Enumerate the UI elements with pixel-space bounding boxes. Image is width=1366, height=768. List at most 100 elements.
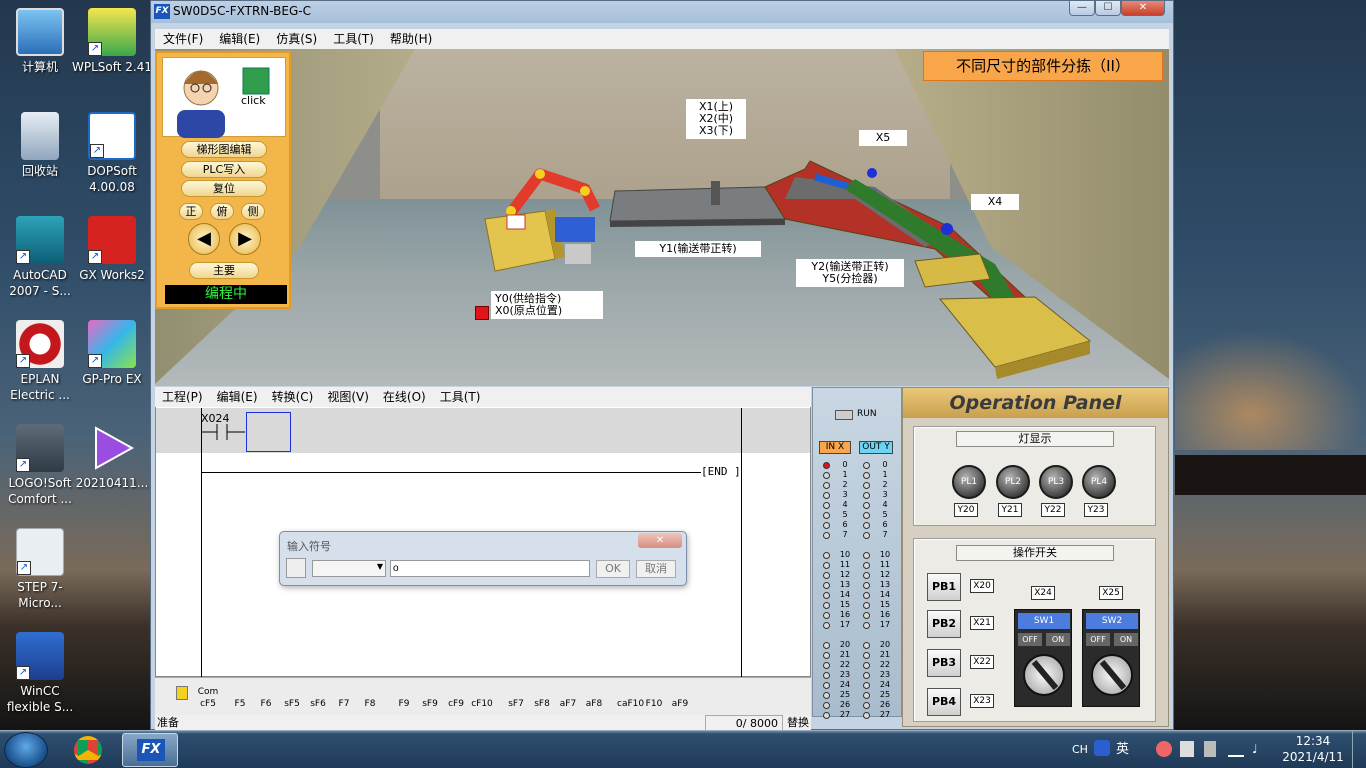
fkey-af8[interactable]: aF8 xyxy=(583,684,605,710)
ime-mode[interactable]: 英 xyxy=(1116,731,1129,768)
output-number: 16 xyxy=(879,610,891,619)
desktop-icon-computer[interactable]: 计算机 xyxy=(0,8,80,75)
menu-tools[interactable]: 工具(T) xyxy=(325,29,382,49)
ladder-menu-view[interactable]: 视图(V) xyxy=(320,387,376,407)
input-led xyxy=(823,682,830,689)
ladder-menu-project[interactable]: 工程(P) xyxy=(155,387,210,407)
selector-sw1[interactable]: SW1 OFF ON xyxy=(1014,609,1072,707)
menu-help[interactable]: 帮助(H) xyxy=(382,29,440,49)
output-number: 7 xyxy=(882,530,888,539)
lamp-pl1: PL1 xyxy=(952,465,986,499)
fkey-f9[interactable]: F9 xyxy=(393,684,415,710)
desktop-icon-recycle-bin[interactable]: 回收站 xyxy=(0,112,80,179)
output-led xyxy=(863,462,870,469)
pushbutton-pb4[interactable]: PB4 xyxy=(927,688,961,716)
maximize-button[interactable]: ☐ xyxy=(1095,1,1121,16)
ime-language[interactable]: CH xyxy=(1072,731,1088,768)
dialog-instruction-select[interactable]: ▼ xyxy=(312,560,386,577)
output-led xyxy=(863,562,870,569)
dialog-close-button[interactable]: ✕ xyxy=(638,533,682,548)
fkey-f5[interactable]: F5 xyxy=(229,684,251,710)
desktop-icon-gx-works[interactable]: ↗ GX Works2 xyxy=(72,216,152,283)
sw2-knob-icon[interactable] xyxy=(1091,654,1133,696)
fkey-sf5[interactable]: sF5 xyxy=(281,684,303,710)
fkey-f6[interactable]: F6 xyxy=(255,684,277,710)
dialog-symbol-icon[interactable] xyxy=(286,558,306,578)
pushbutton-pb2[interactable]: PB2 xyxy=(927,610,961,638)
desktop-icon-gp-pro[interactable]: ↗ GP-Pro EX xyxy=(72,320,152,387)
close-button[interactable]: ✕ xyxy=(1121,1,1165,16)
start-button[interactable] xyxy=(4,732,48,768)
pushbutton-pb3[interactable]: PB3 xyxy=(927,649,961,677)
view-side-button[interactable]: 侧 xyxy=(241,203,265,220)
output-led xyxy=(863,712,870,719)
fx-logo-icon: FX xyxy=(154,4,170,19)
minimize-button[interactable]: — xyxy=(1069,1,1095,16)
fkey-cf5[interactable]: Com cF5 xyxy=(197,684,219,710)
input-number: 22 xyxy=(839,660,851,669)
tray-app-icon[interactable] xyxy=(1156,741,1172,757)
teacher-character[interactable]: click xyxy=(162,57,286,138)
fkey-cf9[interactable]: cF9 xyxy=(445,684,467,710)
ladder-menu-convert[interactable]: 转换(C) xyxy=(265,387,321,407)
desktop-icon-autocad[interactable]: ↗ AutoCAD 2007 - S... xyxy=(0,216,80,299)
view-top-button[interactable]: 俯 xyxy=(210,203,234,220)
fkey-sf8[interactable]: sF8 xyxy=(531,684,553,710)
fkey-sf9[interactable]: sF9 xyxy=(419,684,441,710)
selector-sw2[interactable]: SW2 OFF ON xyxy=(1082,609,1140,707)
fkey-cf10[interactable]: cF10 xyxy=(471,684,493,710)
ladder-menu-online[interactable]: 在线(O) xyxy=(376,387,433,407)
sw1-knob-icon[interactable] xyxy=(1023,654,1065,696)
input-led xyxy=(823,702,830,709)
ladder-cursor[interactable] xyxy=(246,412,291,452)
dialog-symbol-input[interactable] xyxy=(390,560,590,577)
fkey-select[interactable] xyxy=(171,684,193,710)
contact-x024[interactable] xyxy=(201,422,251,442)
taskbar-fx-trainer[interactable]: FX xyxy=(122,733,178,767)
output-led xyxy=(863,612,870,619)
rotate-right-button[interactable]: ▶ xyxy=(229,223,261,255)
fkey-f8[interactable]: F8 xyxy=(359,684,381,710)
fkey-af9[interactable]: aF9 xyxy=(669,684,691,710)
fkey-sf6[interactable]: sF6 xyxy=(307,684,329,710)
clock[interactable]: 12:34 2021/4/11 xyxy=(1280,733,1346,765)
action-center-icon[interactable] xyxy=(1180,741,1194,757)
output-led xyxy=(863,532,870,539)
desktop-icon-logo-soft[interactable]: ↗ LOGO!Soft Comfort ... xyxy=(0,424,80,507)
window-titlebar[interactable]: FX SW0D5C-FXTRN-BEG-C xyxy=(151,1,1173,23)
show-desktop-button[interactable] xyxy=(1352,731,1366,768)
desktop-icon-step7[interactable]: ↗ STEP 7-Micro... xyxy=(0,528,80,611)
network-icon[interactable] xyxy=(1228,743,1244,757)
fkey-f10[interactable]: F10 xyxy=(643,684,665,710)
desktop-icon-eplan[interactable]: ↗ EPLAN Electric ... xyxy=(0,320,80,403)
reset-button[interactable]: 复位 xyxy=(181,180,267,197)
fkey-caf10[interactable]: caF10 xyxy=(617,684,644,710)
plc-write-button[interactable]: PLC写入 xyxy=(181,161,267,178)
desktop-icon-mp4[interactable]: 20210411... xyxy=(72,424,152,491)
taskbar-chrome[interactable] xyxy=(62,733,118,767)
ladder-menu-edit[interactable]: 编辑(E) xyxy=(210,387,265,407)
desktop-icon-wplsoft[interactable]: ↗ WPLSoft 2.41 xyxy=(72,8,152,75)
dialog-cancel-button[interactable]: 取消 xyxy=(636,560,676,578)
menu-file[interactable]: 文件(F) xyxy=(155,29,211,49)
main-button[interactable]: 主要 xyxy=(189,262,259,279)
view-front-button[interactable]: 正 xyxy=(179,203,203,220)
fkey-f7[interactable]: F7 xyxy=(333,684,355,710)
fkey-af7[interactable]: aF7 xyxy=(557,684,579,710)
menu-edit[interactable]: 编辑(E) xyxy=(211,29,268,49)
rotate-left-button[interactable]: ◀ xyxy=(188,223,220,255)
desktop-icon-wincc[interactable]: ↗ WinCC flexible S... xyxy=(0,632,80,715)
dialog-ok-button[interactable]: OK xyxy=(596,560,630,578)
ladder-edit-button[interactable]: 梯形图编辑 xyxy=(181,141,267,158)
input-led xyxy=(823,492,830,499)
pushbutton-pb1[interactable]: PB1 xyxy=(927,573,961,601)
ladder-menu-tools[interactable]: 工具(T) xyxy=(433,387,488,407)
desktop-icon-dopsoft[interactable]: ↗ DOPSoft 4.00.08 xyxy=(72,112,152,195)
volume-icon[interactable]: ♩ xyxy=(1252,742,1266,756)
fkey-sf7[interactable]: sF7 xyxy=(505,684,527,710)
menu-simulate[interactable]: 仿真(S) xyxy=(268,29,325,49)
ime-icon[interactable] xyxy=(1094,740,1110,756)
io-row: 24 24 xyxy=(813,680,901,690)
usb-device-icon[interactable] xyxy=(1204,741,1216,757)
lamp-addr-y21: Y21 xyxy=(998,503,1022,517)
